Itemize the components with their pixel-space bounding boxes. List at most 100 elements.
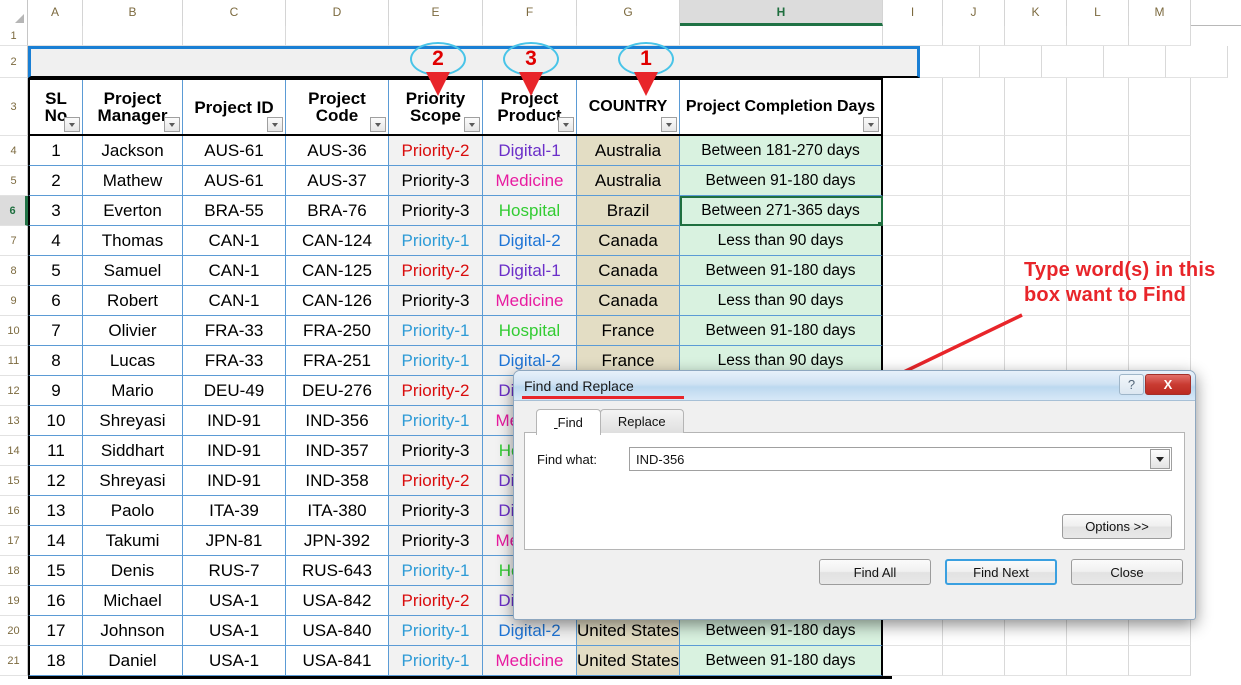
cell-H20[interactable]: Between 91-180 days [680, 616, 883, 646]
dialog-title-bar[interactable]: Find and Replace ? X [514, 371, 1195, 401]
select-all-corner[interactable] [0, 0, 28, 26]
cell-G1[interactable] [577, 26, 680, 46]
cell-D14[interactable]: IND-357 [286, 436, 389, 466]
column-header-b[interactable]: B [83, 0, 183, 26]
cell-B6[interactable]: Everton [83, 196, 183, 226]
table-row[interactable]: 10 7 Olivier FRA-33 FRA-250 Priority-1 Hospita… [0, 316, 1241, 346]
cell-A21[interactable]: 18 [28, 646, 83, 676]
cell-D5[interactable]: AUS-37 [286, 166, 389, 196]
cell-K10[interactable] [1005, 316, 1067, 346]
cell-I2[interactable] [920, 46, 980, 78]
cell-H4[interactable]: Between 181-270 days [680, 136, 883, 166]
table-header-c[interactable]: Project ID [183, 80, 286, 134]
cell-J5[interactable] [943, 166, 1005, 196]
table-header-f[interactable]: Project Product [483, 80, 577, 134]
cell-C9[interactable]: CAN-1 [183, 286, 286, 316]
cell-M1[interactable] [1129, 26, 1191, 46]
cell-H21[interactable]: Between 91-180 days [680, 646, 883, 676]
cell-E6[interactable]: Priority-3 [389, 196, 483, 226]
cell-M3[interactable] [1129, 78, 1191, 136]
cell-C7[interactable]: CAN-1 [183, 226, 286, 256]
cell-B20[interactable]: Johnson [83, 616, 183, 646]
cell-F10[interactable]: Hospital [483, 316, 577, 346]
cell-J20[interactable] [943, 616, 1005, 646]
options-button[interactable]: Options >> [1062, 514, 1172, 539]
cell-B18[interactable]: Denis [83, 556, 183, 586]
cell-D12[interactable]: DEU-276 [286, 376, 389, 406]
cell-F6[interactable]: Hospital [483, 196, 577, 226]
cell-H1[interactable] [680, 26, 883, 46]
cell-G5[interactable]: Australia [577, 166, 680, 196]
cell-E10[interactable]: Priority-1 [389, 316, 483, 346]
row-header-10[interactable]: 10 [0, 316, 28, 346]
cell-L9[interactable] [1067, 286, 1129, 316]
filter-dropdown-icon-f[interactable] [558, 117, 574, 132]
find-all-button[interactable]: Find All [819, 559, 931, 585]
find-and-replace-dialog[interactable]: Find and Replace ? X Find Replace Find w… [513, 370, 1196, 620]
table-row[interactable]: 8 5 Samuel CAN-1 CAN-125 Priority-2 Digital-1 C… [0, 256, 1241, 286]
cell-A19[interactable]: 16 [28, 586, 83, 616]
cell-E9[interactable]: Priority-3 [389, 286, 483, 316]
cell-B15[interactable]: Shreyasi [83, 466, 183, 496]
cell-F7[interactable]: Digital-2 [483, 226, 577, 256]
selected-range-band[interactable] [28, 46, 920, 78]
row-header-18[interactable]: 18 [0, 556, 28, 586]
table-row[interactable]: 4 1 Jackson AUS-61 AUS-36 Priority-2 Digital-1… [0, 136, 1241, 166]
cell-C16[interactable]: ITA-39 [183, 496, 286, 526]
cell-C21[interactable]: USA-1 [183, 646, 286, 676]
cell-E21[interactable]: Priority-1 [389, 646, 483, 676]
cell-K4[interactable] [1005, 136, 1067, 166]
cell-J3[interactable] [943, 78, 1005, 136]
cell-A14[interactable]: 11 [28, 436, 83, 466]
cell-J21[interactable] [943, 646, 1005, 676]
cell-E14[interactable]: Priority-3 [389, 436, 483, 466]
cell-G7[interactable]: Canada [577, 226, 680, 256]
filter-dropdown-icon-c[interactable] [267, 117, 283, 132]
cell-H7[interactable]: Less than 90 days [680, 226, 883, 256]
cell-D6[interactable]: BRA-76 [286, 196, 389, 226]
table-row[interactable]: 7 4 Thomas CAN-1 CAN-124 Priority-1 Digital-2 C… [0, 226, 1241, 256]
cell-H9[interactable]: Less than 90 days [680, 286, 883, 316]
cell-D19[interactable]: USA-842 [286, 586, 389, 616]
cell-L5[interactable] [1067, 166, 1129, 196]
cell-F4[interactable]: Digital-1 [483, 136, 577, 166]
cell-G10[interactable]: France [577, 316, 680, 346]
cell-C14[interactable]: IND-91 [183, 436, 286, 466]
column-header-h[interactable]: H [680, 0, 883, 26]
chevron-down-icon[interactable] [1150, 449, 1170, 469]
cell-E15[interactable]: Priority-2 [389, 466, 483, 496]
cell-F9[interactable]: Medicine [483, 286, 577, 316]
cell-A18[interactable]: 15 [28, 556, 83, 586]
row-header-9[interactable]: 9 [0, 286, 28, 316]
row-header-6[interactable]: 6 [0, 196, 28, 226]
find-what-combobox[interactable] [629, 447, 1172, 471]
cell-M4[interactable] [1129, 136, 1191, 166]
filter-dropdown-icon-h[interactable] [863, 117, 879, 132]
cell-C20[interactable]: USA-1 [183, 616, 286, 646]
cell-L1[interactable] [1067, 26, 1129, 46]
cell-M21[interactable] [1129, 646, 1191, 676]
cell-D10[interactable]: FRA-250 [286, 316, 389, 346]
filter-dropdown-icon-d[interactable] [370, 117, 386, 132]
table-header-h[interactable]: Project Completion Days [680, 80, 881, 134]
cell-E1[interactable] [389, 26, 483, 46]
column-header-d[interactable]: D [286, 0, 389, 26]
cell-M8[interactable] [1129, 256, 1191, 286]
cell-A6[interactable]: 3 [28, 196, 83, 226]
row-header-12[interactable]: 12 [0, 376, 28, 406]
cell-D18[interactable]: RUS-643 [286, 556, 389, 586]
cell-I7[interactable] [883, 226, 943, 256]
cell-H10[interactable]: Between 91-180 days [680, 316, 883, 346]
cell-B1[interactable] [83, 26, 183, 46]
cell-B11[interactable]: Lucas [83, 346, 183, 376]
cell-E13[interactable]: Priority-1 [389, 406, 483, 436]
cell-A8[interactable]: 5 [28, 256, 83, 286]
cell-C19[interactable]: USA-1 [183, 586, 286, 616]
cell-A12[interactable]: 9 [28, 376, 83, 406]
row-header-14[interactable]: 14 [0, 436, 28, 466]
table-header-a[interactable]: SL No [30, 80, 83, 134]
cell-D15[interactable]: IND-358 [286, 466, 389, 496]
cell-J4[interactable] [943, 136, 1005, 166]
cell-C18[interactable]: RUS-7 [183, 556, 286, 586]
row-header-7[interactable]: 7 [0, 226, 28, 256]
